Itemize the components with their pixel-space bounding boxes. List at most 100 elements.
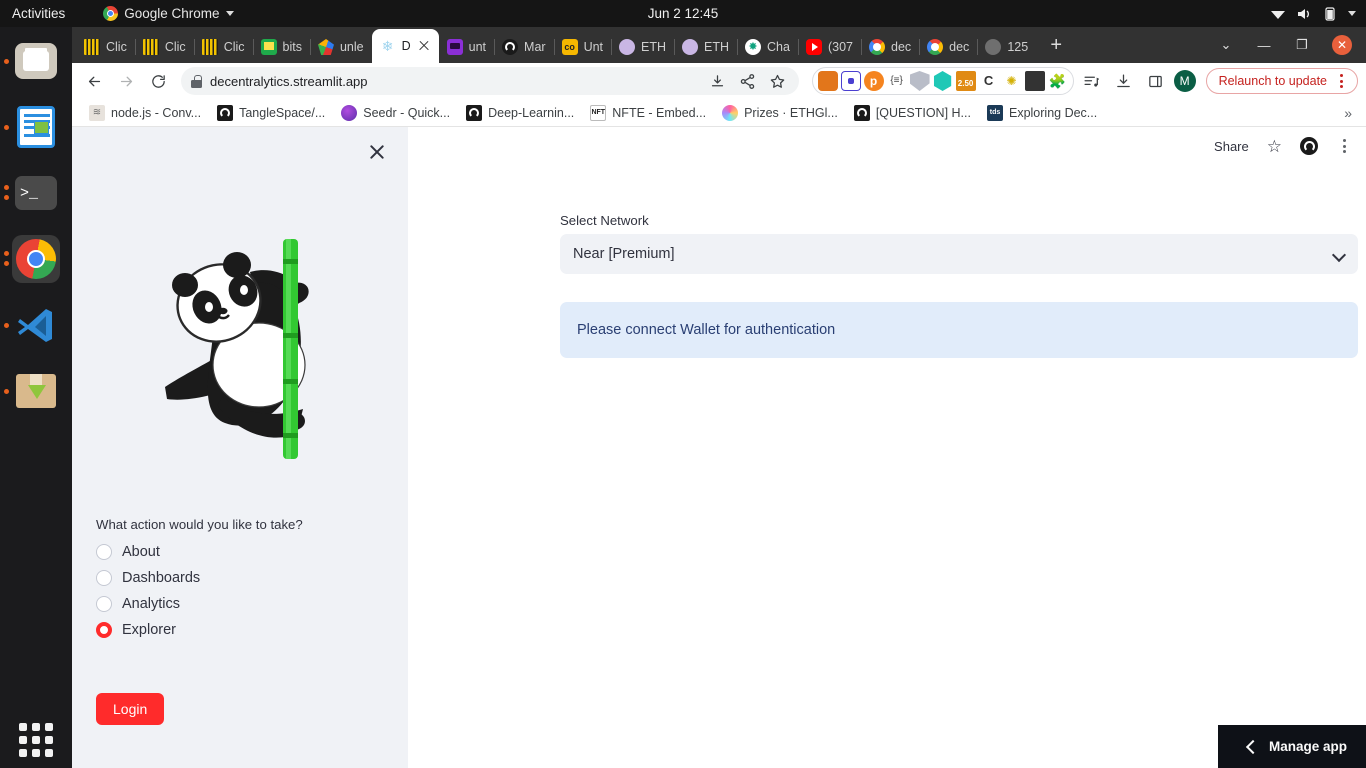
bookmark-item[interactable]: TangleSpace/... <box>210 102 332 124</box>
puzzle-icon[interactable]: 🧩 <box>1048 71 1068 91</box>
dock-item-visual-studio-code[interactable] <box>4 301 60 349</box>
select-network-label: Select Network <box>560 213 649 228</box>
reload-icon[interactable] <box>144 67 172 95</box>
gnome-top-bar: Activities Google Chrome Jun 2 12:45 <box>0 0 1366 27</box>
close-icon[interactable] <box>417 39 431 53</box>
bookmark-item[interactable]: Prizes · ETHGl... <box>715 102 845 124</box>
radio-group-question: What action would you like to take? <box>96 517 303 532</box>
browser-tab[interactable]: dec <box>919 31 977 63</box>
select-network-dropdown[interactable]: Near [Premium] <box>560 234 1358 274</box>
desktop-screen: Activities Google Chrome Jun 2 12:45 >_ <box>0 0 1366 768</box>
browser-tab[interactable]: Clic <box>76 31 135 63</box>
github-icon <box>217 104 234 121</box>
bookmarks-overflow-button[interactable]: » <box>1344 105 1356 121</box>
ethglobal-icon <box>619 39 636 55</box>
browser-tab[interactable]: ETH <box>611 31 674 63</box>
browser-tab[interactable]: Clic <box>134 31 194 63</box>
bookmark-item[interactable]: [QUESTION] H... <box>847 102 978 124</box>
bug-icon[interactable]: ✺ <box>1002 71 1022 91</box>
bookmark-item[interactable]: Seedr - Quick... <box>334 102 457 124</box>
bookmark-item[interactable]: ≋ node.js - Conv... <box>82 102 208 124</box>
maximize-icon[interactable]: ❐ <box>1294 37 1310 53</box>
towards-data-science-icon: tds <box>986 104 1003 121</box>
browser-tab[interactable]: dec <box>861 31 919 63</box>
browser-tab[interactable]: unt <box>439 31 494 63</box>
chevron-left-icon <box>1246 742 1255 751</box>
browser-tab[interactable]: ✸ Cha <box>737 31 798 63</box>
address-bar[interactable]: decentralytics.streamlit.app <box>181 67 799 95</box>
wifi-icon <box>1271 10 1285 19</box>
phantom-icon[interactable]: p <box>863 71 884 91</box>
show-applications-icon[interactable] <box>18 722 54 758</box>
browser-tab[interactable]: (307 <box>797 31 861 63</box>
github-icon[interactable] <box>1300 137 1318 155</box>
dock-item-software-installer[interactable] <box>4 367 60 415</box>
forward-arrow-icon[interactable] <box>112 67 140 95</box>
select-network-value: Near [Premium] <box>573 246 675 262</box>
close-icon[interactable]: ✕ <box>1332 35 1352 55</box>
radio-option-explorer[interactable]: Explorer <box>96 617 200 642</box>
metamask-icon[interactable] <box>817 71 838 91</box>
downloads-icon[interactable] <box>1110 67 1138 95</box>
browser-tab[interactable]: Clic <box>193 31 253 63</box>
url-text: decentralytics.streamlit.app <box>210 73 368 89</box>
reading-list-icon[interactable] <box>1078 67 1106 95</box>
radio-icon-selected <box>96 621 112 638</box>
teal-hex-icon[interactable] <box>933 71 952 91</box>
coda-icon: co <box>561 39 578 55</box>
dock-item-terminal[interactable]: >_ <box>4 169 60 217</box>
minimize-icon[interactable]: — <box>1256 38 1272 53</box>
radio-option-about[interactable]: About <box>96 539 200 564</box>
streamlit-menu-icon[interactable] <box>1336 139 1352 153</box>
dock-item-files[interactable] <box>4 37 60 85</box>
qr-icon[interactable] <box>1024 71 1045 91</box>
c-icon[interactable]: C <box>979 71 999 91</box>
browser-tab[interactable]: ETH <box>674 31 737 63</box>
active-app-menu[interactable]: Google Chrome <box>103 6 234 21</box>
browser-tab[interactable]: bits <box>252 31 310 63</box>
browser-tab[interactable]: unle <box>309 31 372 63</box>
box-icon[interactable] <box>840 71 861 91</box>
relaunch-to-update-button[interactable]: Relaunch to update <box>1205 68 1358 94</box>
youtube-icon <box>805 39 822 55</box>
chevron-down-icon <box>225 11 234 16</box>
bookmark-item[interactable]: NFT NFTE - Embed... <box>583 102 713 124</box>
share-button[interactable]: Share <box>1214 139 1249 154</box>
extensions-group: p {≡} 2.50 C ✺ 🧩 <box>811 67 1074 95</box>
avatar[interactable]: M <box>1173 70 1196 92</box>
tab-search-chevron-down-icon[interactable]: ⌄ <box>1218 37 1234 53</box>
ubuntu-dock: >_ <box>0 27 72 768</box>
streamlit-main: Share ☆ Select Network Near [Premium] Pl… <box>408 127 1366 768</box>
dock-item-google-chrome[interactable] <box>4 235 60 283</box>
login-button[interactable]: Login <box>96 693 165 725</box>
kebab-menu-icon[interactable] <box>1333 74 1349 88</box>
share-icon[interactable] <box>737 70 759 92</box>
radio-option-dashboards[interactable]: Dashboards <box>96 565 200 590</box>
bookmark-item[interactable]: Deep-Learnin... <box>459 102 581 124</box>
gas-250-icon[interactable]: 2.50 <box>955 71 976 91</box>
activities-button[interactable]: Activities <box>12 6 65 21</box>
new-tab-button[interactable]: + <box>1042 32 1070 60</box>
bookmark-label: TangleSpace/... <box>239 105 326 120</box>
browser-tab[interactable]: Mar <box>494 31 554 63</box>
nft-icon: NFT <box>590 104 607 121</box>
bookmark-star-icon[interactable] <box>767 70 789 92</box>
browser-tab[interactable]: co Unt <box>553 31 611 63</box>
radio-option-analytics[interactable]: Analytics <box>96 591 200 616</box>
tab-title: ETH <box>704 40 730 54</box>
manage-app-button[interactable]: Manage app <box>1218 725 1366 768</box>
install-icon[interactable] <box>707 70 729 92</box>
close-sidebar-icon[interactable] <box>364 139 390 165</box>
bookmark-item[interactable]: tds Exploring Dec... <box>980 102 1104 124</box>
system-tray[interactable] <box>1270 6 1356 22</box>
json-icon[interactable]: {≡} <box>887 71 907 91</box>
sidepanel-icon[interactable] <box>1142 67 1170 95</box>
panda-bamboo-logo <box>72 237 408 462</box>
browser-tab-active[interactable]: ❄ D <box>371 29 439 63</box>
bitski-icon <box>260 39 277 55</box>
browser-tab[interactable]: 125 <box>977 31 1036 63</box>
back-arrow-icon[interactable] <box>80 67 108 95</box>
star-icon[interactable]: ☆ <box>1267 138 1282 155</box>
shield-icon[interactable] <box>909 71 930 91</box>
dock-item-libreoffice-writer[interactable] <box>4 103 60 151</box>
